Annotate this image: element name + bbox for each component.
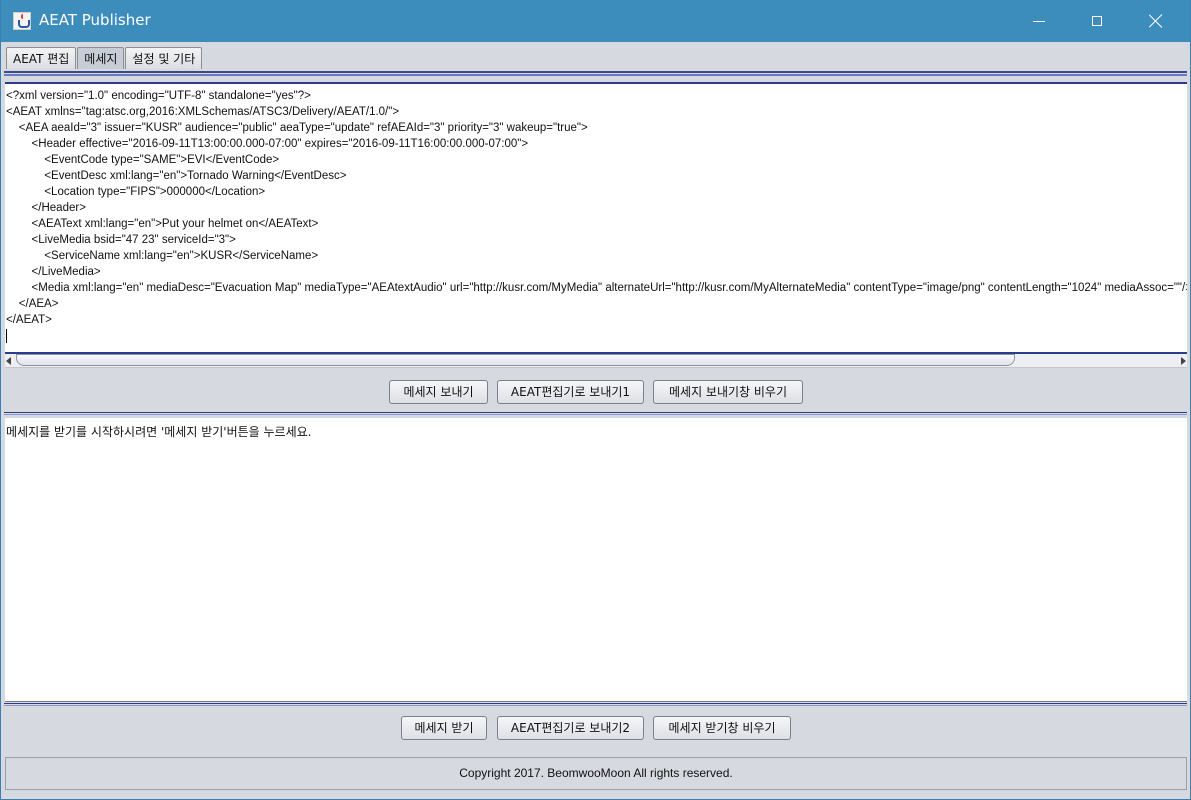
- send-to-editor-2-button[interactable]: AEAT편집기로 보내기2: [497, 716, 644, 740]
- xml-line: <AEAT xmlns="tag:atsc.org,2016:XMLSchema…: [6, 106, 400, 118]
- receive-message-button[interactable]: 메세지 받기: [401, 716, 487, 740]
- clear-receive-window-button[interactable]: 메세지 받기창 비우기: [653, 716, 791, 740]
- xml-line: </AEA>: [6, 298, 59, 310]
- close-icon: [1149, 14, 1163, 28]
- receive-instructions: 메세지를 받기를 시작하시려면 '메세지 받기'버튼을 누르세요.: [6, 425, 312, 439]
- text-caret: [6, 329, 7, 343]
- window-title: AEAT Publisher: [39, 11, 151, 29]
- maximize-button[interactable]: [1068, 0, 1126, 42]
- tab-underline: [4, 71, 1187, 76]
- tab-settings[interactable]: 설정 및 기타: [125, 47, 203, 69]
- xml-line: <EventDesc xml:lang="en">Tornado Warning…: [6, 170, 347, 182]
- tab-aeat-edit[interactable]: AEAT 편집: [6, 47, 77, 69]
- send-message-textarea[interactable]: <?xml version="1.0" encoding="UTF-8" sta…: [5, 82, 1187, 354]
- panel-divider-bottom: [4, 703, 1187, 706]
- clear-send-window-button[interactable]: 메세지 보내기창 비우기: [653, 380, 803, 404]
- copyright-text: Copyright 2017. BeomwooMoon All rights r…: [459, 766, 733, 780]
- xml-line: <ServiceName xml:lang="en">KUSR</Service…: [6, 250, 319, 262]
- tab-message[interactable]: 메세지: [77, 47, 125, 69]
- close-button[interactable]: [1127, 0, 1185, 42]
- footer: Copyright 2017. BeomwooMoon All rights r…: [5, 757, 1187, 790]
- java-app-icon: [13, 12, 31, 30]
- minimize-button[interactable]: [1010, 0, 1068, 42]
- xml-line: <AEAText xml:lang="en">Put your helmet o…: [6, 218, 319, 230]
- title-bar[interactable]: AEAT Publisher: [1, 0, 1190, 42]
- panel-divider: [4, 412, 1187, 415]
- scroll-right-arrow-icon[interactable]: [1181, 357, 1186, 365]
- horizontal-scrollbar[interactable]: [5, 354, 1187, 368]
- send-message-button[interactable]: 메세지 보내기: [389, 380, 488, 404]
- tab-bar: AEAT 편집 메세지 설정 및 기타: [6, 47, 203, 71]
- xml-line: <LiveMedia bsid="47 23" serviceId="3">: [6, 234, 236, 246]
- xml-line: </Header>: [6, 202, 86, 214]
- receive-message-textarea[interactable]: 메세지를 받기를 시작하시려면 '메세지 받기'버튼을 누르세요.: [5, 418, 1187, 702]
- xml-line: <Media xml:lang="en" mediaDesc="Evacuati…: [6, 282, 1187, 294]
- xml-line: <Header effective="2016-09-11T13:00:00.0…: [6, 138, 529, 150]
- xml-line: </LiveMedia>: [6, 266, 101, 278]
- xml-line: <?xml version="1.0" encoding="UTF-8" sta…: [6, 90, 311, 102]
- xml-line: <EventCode type="SAME">EVI</EventCode>: [6, 154, 280, 166]
- xml-line: <Location type="FIPS">000000</Location>: [6, 186, 266, 198]
- scroll-left-arrow-icon[interactable]: [6, 357, 11, 365]
- app-window: AEAT Publisher AEAT 편집 메세지 설정 및 기타 <?xml…: [0, 0, 1191, 800]
- scrollbar-thumb[interactable]: [16, 354, 1015, 366]
- xml-content: <?xml version="1.0" encoding="UTF-8" sta…: [6, 88, 1187, 328]
- xml-line: <AEA aeaId="3" issuer="KUSR" audience="p…: [6, 122, 588, 134]
- xml-line: </AEAT>: [6, 314, 52, 326]
- send-to-editor-1-button[interactable]: AEAT편집기로 보내기1: [497, 380, 644, 404]
- minimize-icon: [1033, 20, 1045, 22]
- maximize-icon: [1092, 16, 1102, 26]
